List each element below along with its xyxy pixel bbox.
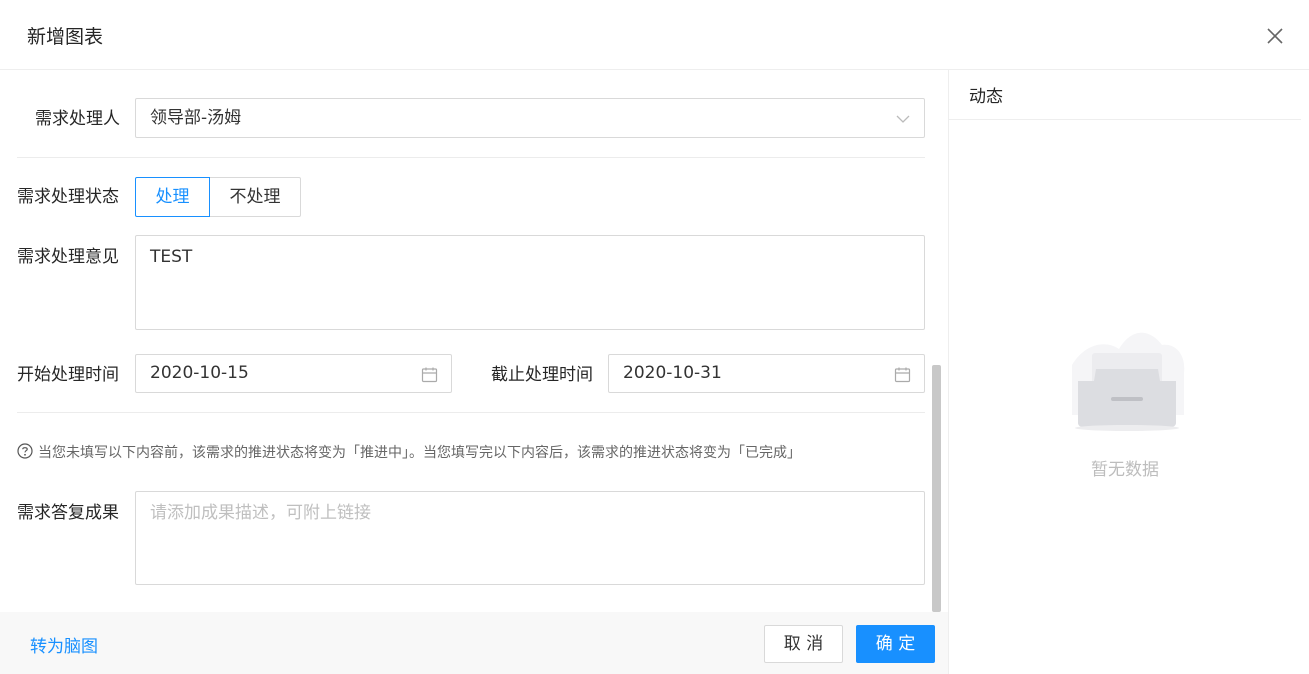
divider: [949, 119, 1301, 120]
chevron-down-icon: [896, 115, 910, 123]
calendar-icon: [421, 367, 438, 383]
status-option-not-handle[interactable]: 不处理: [209, 177, 301, 217]
result-label: 需求答复成果: [17, 503, 119, 523]
handler-label: 需求处理人: [35, 109, 120, 129]
activity-title: 动态: [969, 87, 1003, 107]
convert-to-mindmap-link[interactable]: 转为脑图: [30, 632, 98, 657]
empty-text: 暂无数据: [1091, 460, 1159, 480]
cancel-button[interactable]: 取 消: [764, 625, 843, 663]
close-icon[interactable]: [1263, 24, 1287, 48]
ok-button[interactable]: 确 定: [856, 625, 935, 663]
dialog-header: 新增图表: [0, 0, 1309, 70]
status-label: 需求处理状态: [17, 187, 119, 207]
calendar-icon: [894, 367, 911, 383]
status-option-handle[interactable]: 处理: [135, 177, 210, 217]
end-date-value: 2020-10-31: [623, 363, 722, 383]
end-date-picker[interactable]: 2020-10-31: [608, 354, 925, 393]
result-textarea[interactable]: 请添加成果描述，可附上链接: [135, 491, 925, 585]
result-placeholder: 请添加成果描述，可附上链接: [150, 503, 371, 523]
end-time-label: 截止处理时间: [491, 365, 593, 385]
divider: [17, 157, 925, 158]
divider: [17, 412, 925, 413]
start-date-picker[interactable]: 2020-10-15: [135, 354, 452, 393]
handler-select[interactable]: 领导部-汤姆: [135, 98, 925, 138]
dialog-footer: 转为脑图 取 消 确 定: [0, 612, 948, 674]
status-hint-text: 当您未填写以下内容前，该需求的推进状态将变为「推进中」。当您填写完以下内容后，该…: [38, 445, 801, 461]
status-hint: 当您未填写以下内容前，该需求的推进状态将变为「推进中」。当您填写完以下内容后，该…: [17, 443, 801, 462]
start-time-label: 开始处理时间: [17, 365, 119, 385]
empty-box-icon: [1072, 332, 1185, 431]
opinion-label: 需求处理意见: [17, 247, 119, 267]
activity-panel: 动态 暂无数据: [948, 70, 1309, 674]
form-scrollbar[interactable]: [932, 365, 941, 612]
opinion-value: TEST: [150, 247, 193, 267]
form-panel: 需求处理人 领导部-汤姆 需求处理状态 处理 不处理 需求处理意见 TEST 开…: [0, 70, 948, 612]
question-circle-icon: [17, 443, 33, 459]
start-date-value: 2020-10-15: [150, 363, 249, 383]
opinion-textarea[interactable]: TEST: [135, 235, 925, 330]
dialog-title: 新增图表: [27, 26, 104, 48]
handler-value: 领导部-汤姆: [150, 108, 242, 128]
